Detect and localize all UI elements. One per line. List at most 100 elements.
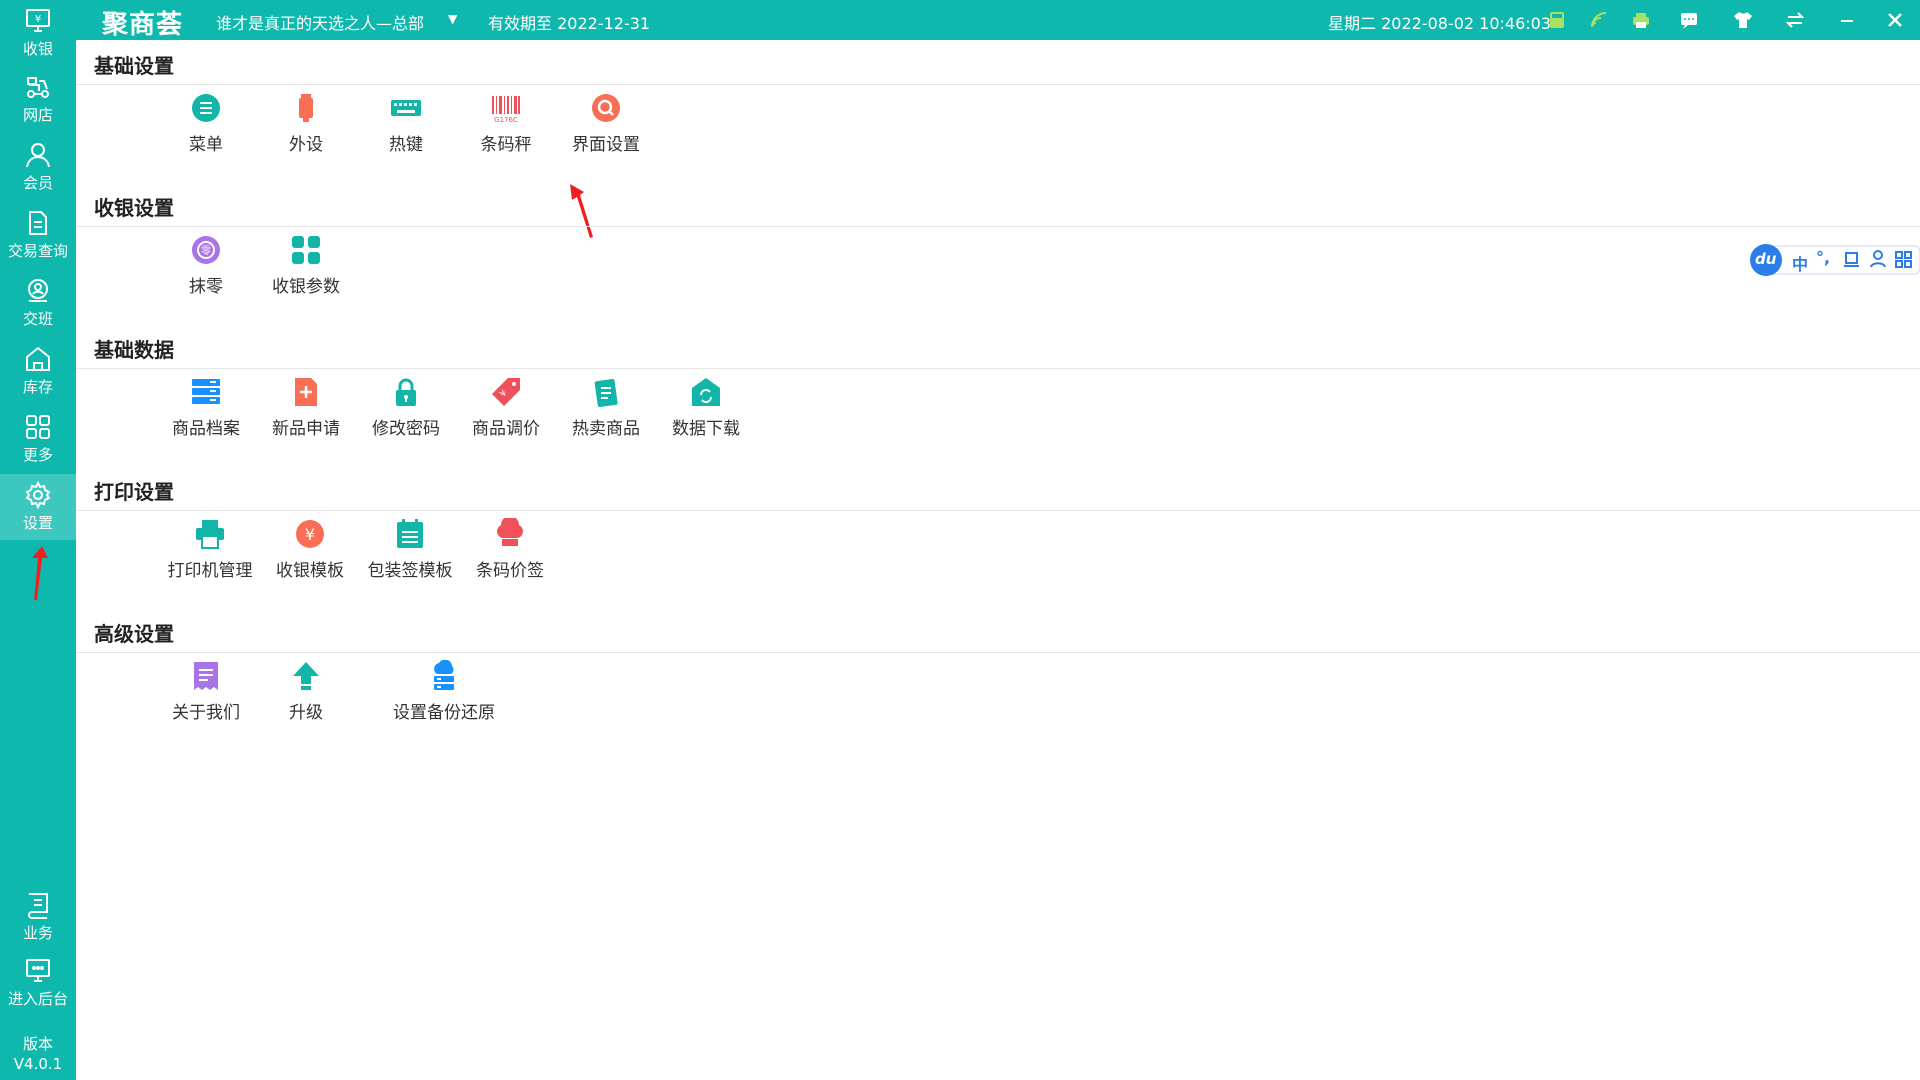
sidebar-item-cashier[interactable]: ¥ 收银 <box>0 0 76 66</box>
tile-about-us[interactable]: 关于我们 <box>156 660 256 730</box>
keyboard-icon <box>391 100 421 116</box>
sidebar-item-label: 更多 <box>22 446 53 464</box>
delivery-icon <box>27 77 49 98</box>
rounding-icon: 零 <box>192 236 220 264</box>
sidebar-item-label: 业务 <box>22 924 53 942</box>
sidebar-item-shift[interactable]: 交班 <box>0 270 76 336</box>
tile-menu[interactable]: 菜单 <box>156 92 256 162</box>
section-title: 收银设置 <box>94 196 174 220</box>
sidebar-item-member[interactable]: 会员 <box>0 134 76 200</box>
ime-toolbar[interactable]: du 中 °, <box>1748 242 1920 278</box>
warehouse-icon <box>26 346 50 371</box>
annotation-arrow <box>32 546 48 600</box>
svg-text:¥: ¥ <box>305 525 315 544</box>
tile-upgrade[interactable]: 升级 <box>256 660 356 730</box>
tile-package-label-template[interactable]: 包装签模板 <box>360 518 460 588</box>
tile-cashier-params[interactable]: 收银参数 <box>256 234 356 304</box>
tile-new-product-request[interactable]: 新品申请 <box>256 376 356 446</box>
section-title: 基础数据 <box>94 338 174 362</box>
store-selector[interactable]: 谁才是真正的天选之人—总部 <box>216 10 424 34</box>
sidebar-item-more[interactable]: 更多 <box>0 406 76 472</box>
tile-backup-restore[interactable]: 设置备份还原 <box>393 660 495 730</box>
menu-icon <box>192 94 220 122</box>
sidebar-item-label: 收银 <box>22 40 53 58</box>
ime-logo: du <box>1755 250 1777 268</box>
divider <box>76 652 1920 653</box>
section-title: 打印设置 <box>94 480 174 504</box>
close-icon[interactable] <box>1884 9 1906 31</box>
divider <box>76 510 1920 511</box>
section-title: 高级设置 <box>94 622 174 646</box>
sidebar-item-label: 交班 <box>22 310 53 328</box>
clipboard-icon <box>594 378 618 407</box>
shift-icon <box>28 279 48 302</box>
minimize-icon[interactable] <box>1836 9 1858 31</box>
top-bar: 聚商荟 谁才是真正的天选之人—总部 ▼ 有效期至 2022-12-31 星期二 … <box>76 0 1920 40</box>
sidebar-item-label: 交易查询 <box>7 242 68 260</box>
swap-icon[interactable] <box>1784 9 1806 31</box>
divider <box>76 84 1920 85</box>
section-title: 基础设置 <box>94 54 174 78</box>
wifi-icon[interactable] <box>1588 9 1610 31</box>
sidebar: ¥ 收银 网店 会员 交易查询 交班 库存 更多 设置 业务 进入后台 版本 V… <box>0 0 76 1080</box>
ime-punctuation-indicator[interactable]: °, <box>1816 248 1830 267</box>
version-label: 版本 <box>22 1035 53 1053</box>
svg-text:零: 零 <box>201 245 211 257</box>
sidebar-item-label: 进入后台 <box>7 990 68 1008</box>
tile-printer-management[interactable]: 打印机管理 <box>160 518 260 588</box>
chevron-down-icon[interactable]: ▼ <box>448 12 457 26</box>
tile-interface-settings[interactable]: 界面设置 <box>556 92 656 162</box>
skin-icon[interactable] <box>1732 9 1754 31</box>
peripheral-icon <box>299 94 313 122</box>
sidebar-item-business[interactable]: 业务 <box>0 884 76 950</box>
search-icon <box>592 94 620 122</box>
settings-content: 基础设置 菜单 外设 热键 G176C 条码秤 界面设置 收银设置 零 抹零 收… <box>76 40 1920 1080</box>
chef-hat-icon <box>497 518 523 546</box>
add-document-icon <box>295 378 317 406</box>
tile-hotkeys[interactable]: 热键 <box>356 92 456 162</box>
version-number: V4.0.1 <box>13 1055 63 1073</box>
document-icon <box>29 211 47 235</box>
upload-arrow-icon <box>293 662 319 690</box>
tile-rounding[interactable]: 零 抹零 <box>156 234 256 304</box>
divider <box>76 226 1920 227</box>
tile-hot-products[interactable]: 热卖商品 <box>556 376 656 446</box>
sidebar-item-inventory[interactable]: 库存 <box>0 338 76 404</box>
tile-barcode-price-label[interactable]: 条码价签 <box>460 518 560 588</box>
sidebar-item-online-store[interactable]: 网店 <box>0 66 76 132</box>
ime-mode-indicator[interactable]: 中 <box>1792 251 1808 275</box>
app-logo: 聚商荟 <box>102 10 184 40</box>
book-icon <box>28 893 48 919</box>
sidebar-item-backend[interactable]: 进入后台 <box>0 950 76 1016</box>
annotation-arrow <box>570 184 593 238</box>
sidebar-item-label: 设置 <box>22 514 53 532</box>
svg-text:G176C: G176C <box>494 116 518 124</box>
grid-icon <box>26 415 50 439</box>
message-icon[interactable] <box>1678 9 1700 31</box>
sidebar-item-transactions[interactable]: 交易查询 <box>0 202 76 268</box>
printer-icon[interactable] <box>1630 9 1652 31</box>
svg-text:¥: ¥ <box>35 14 41 25</box>
tile-price-adjustment[interactable]: ¥ 商品调价 <box>456 376 556 446</box>
member-icon <box>26 143 50 168</box>
sidebar-item-settings[interactable]: 设置 <box>0 474 76 540</box>
tile-product-archive[interactable]: 商品档案 <box>156 376 256 446</box>
tile-change-password[interactable]: 修改密码 <box>356 376 456 446</box>
sidebar-item-label: 库存 <box>22 378 53 396</box>
version-info: 版本 V4.0.1 <box>0 1034 76 1074</box>
tile-peripherals[interactable]: 外设 <box>256 92 356 162</box>
grid-icon <box>292 236 320 264</box>
divider <box>76 368 1920 369</box>
tile-data-download[interactable]: 数据下载 <box>656 376 756 446</box>
cashier-icon: ¥ <box>26 9 50 32</box>
calendar-icon <box>397 519 423 548</box>
currency-icon: ¥ <box>296 520 324 548</box>
tile-cashier-template[interactable]: ¥ 收银模板 <box>260 518 360 588</box>
tile-barcode-scale[interactable]: G176C 条码秤 <box>456 92 556 162</box>
calculator-icon[interactable] <box>1546 9 1568 31</box>
gear-icon <box>25 481 51 509</box>
lock-icon <box>396 378 416 406</box>
datetime: 星期二 2022-08-02 10:46:03 <box>1328 14 1552 33</box>
barcode-icon: G176C <box>492 96 520 124</box>
sidebar-item-label: 网店 <box>22 106 53 124</box>
